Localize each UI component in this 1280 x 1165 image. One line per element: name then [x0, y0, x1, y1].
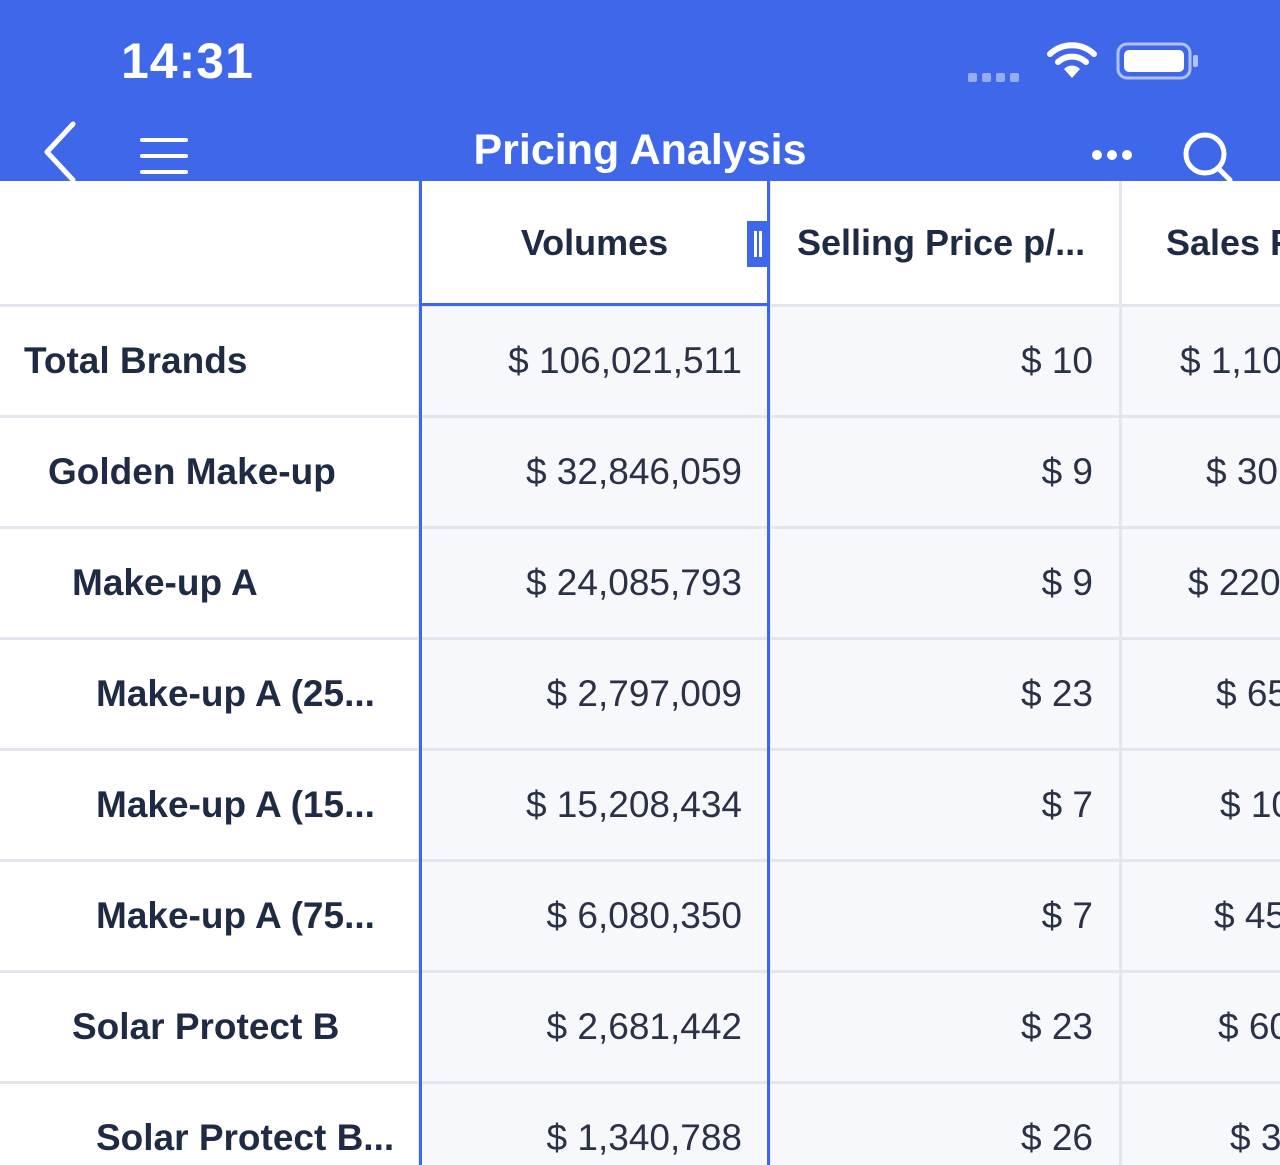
header-cell-volumes[interactable]: Volumes: [421, 181, 768, 304]
table-row[interactable]: Make-up A (75... $ 6,080,350 $ 7 $ 45: [0, 862, 1280, 970]
price-cell[interactable]: $ 26: [771, 1084, 1119, 1165]
table-row[interactable]: Make-up A (25... $ 2,797,009 $ 23 $ 65: [0, 640, 1280, 748]
volume-cell[interactable]: $ 2,797,009: [421, 640, 768, 748]
sales-cell[interactable]: $ 30: [1122, 418, 1280, 526]
wifi-icon: [1047, 42, 1097, 78]
volume-cell[interactable]: $ 2,681,442: [421, 973, 768, 1081]
price-cell[interactable]: $ 23: [771, 973, 1119, 1081]
row-label: Make-up A (15...: [0, 751, 418, 859]
header-cell-sales[interactable]: Sales P: [1122, 181, 1280, 304]
row-label: Make-up A (75...: [0, 862, 418, 970]
status-time: 14:31: [121, 33, 254, 89]
volume-cell[interactable]: $ 15,208,434: [421, 751, 768, 859]
app-header: 14:31 Pricing Analysis: [0, 0, 1280, 182]
search-button[interactable]: [1180, 130, 1240, 181]
sales-cell[interactable]: $ 45: [1122, 862, 1280, 970]
volume-cell[interactable]: $ 6,080,350: [421, 862, 768, 970]
table-row[interactable]: Solar Protect B... $ 1,340,788 $ 26 $ 3: [0, 1084, 1280, 1165]
sales-cell[interactable]: $ 65: [1122, 640, 1280, 748]
table-row[interactable]: Make-up A (15... $ 15,208,434 $ 7 $ 10: [0, 751, 1280, 859]
column-resize-handle[interactable]: [747, 221, 769, 267]
table-row[interactable]: Total Brands $ 106,021,511 $ 10 $ 1,100: [0, 307, 1280, 415]
volume-cell[interactable]: $ 1,340,788: [421, 1084, 768, 1165]
row-label: Solar Protect B...: [0, 1084, 418, 1165]
volume-cell[interactable]: $ 106,021,511: [421, 307, 768, 415]
table-row[interactable]: Solar Protect B $ 2,681,442 $ 23 $ 60: [0, 973, 1280, 1081]
table-row[interactable]: Golden Make-up $ 32,846,059 $ 9 $ 30: [0, 418, 1280, 526]
battery-icon: [1116, 42, 1198, 80]
price-cell[interactable]: $ 9: [771, 529, 1119, 637]
selected-column-header-underline: [419, 303, 770, 306]
sales-cell[interactable]: $ 3: [1122, 1084, 1280, 1165]
row-label: Golden Make-up: [0, 418, 418, 526]
column-divider: [418, 181, 421, 1165]
price-cell[interactable]: $ 9: [771, 418, 1119, 526]
sales-cell[interactable]: $ 220: [1122, 529, 1280, 637]
table-header-row: Volumes Selling Price p/... Sales P: [0, 181, 1280, 304]
row-label: Solar Protect B: [0, 973, 418, 1081]
row-label: Total Brands: [0, 307, 418, 415]
row-label: Make-up A (25...: [0, 640, 418, 748]
pricing-table: Volumes Selling Price p/... Sales P Tota…: [0, 181, 1280, 1165]
header-cell-selling-price[interactable]: Selling Price p/...: [771, 181, 1119, 304]
volume-cell[interactable]: $ 24,085,793: [421, 529, 768, 637]
header-cell-name: [0, 181, 418, 304]
price-cell[interactable]: $ 10: [771, 307, 1119, 415]
sales-cell[interactable]: $ 1,100: [1122, 307, 1280, 415]
column-divider: [1119, 181, 1122, 1165]
price-cell[interactable]: $ 23: [771, 640, 1119, 748]
price-cell[interactable]: $ 7: [771, 751, 1119, 859]
column-divider: [768, 181, 771, 1165]
row-label: Make-up A: [0, 529, 418, 637]
sales-cell[interactable]: $ 60: [1122, 973, 1280, 1081]
cellular-signal-icon: [968, 69, 1024, 82]
sales-cell[interactable]: $ 10: [1122, 751, 1280, 859]
volume-cell[interactable]: $ 32,846,059: [421, 418, 768, 526]
price-cell[interactable]: $ 7: [771, 862, 1119, 970]
table-row[interactable]: Make-up A $ 24,085,793 $ 9 $ 220: [0, 529, 1280, 637]
more-options-button[interactable]: [1088, 143, 1136, 167]
